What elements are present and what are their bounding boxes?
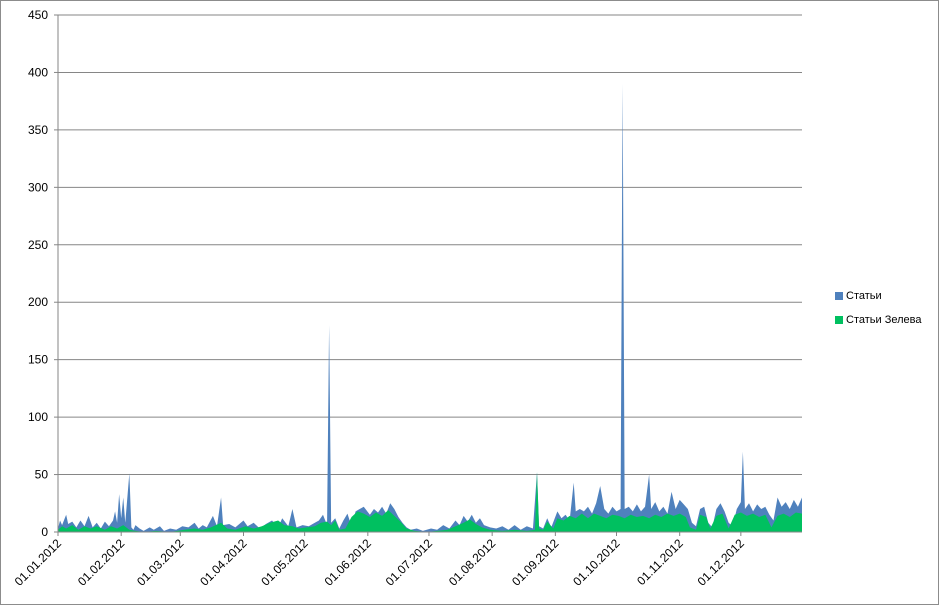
legend-item-statyi: Статьи [835,284,921,308]
x-tick-label: 01.10.2012 [570,536,623,589]
x-tick-label: 01.12.2012 [695,536,748,589]
y-tick-label: 250 [28,238,48,252]
x-tick-label: 01.05.2012 [258,536,311,589]
x-tick-label: 01.06.2012 [322,536,375,589]
x-tick-label: 01.03.2012 [134,536,187,589]
y-tick-label: 450 [28,8,48,22]
x-axis-ticks: 01.01.2012 01.02.2012 01.03.2012 01.04.2012… [12,536,747,589]
x-tick-label: 01.11.2012 [634,536,686,588]
chart-frame: 0 50 100 150 200 250 300 350 400 450 01.01.2012 01… [0,0,939,605]
legend-label-statyi: Статьи [846,290,882,302]
y-axis-ticks: 0 50 100 150 200 250 300 350 400 450 [28,8,48,539]
legend-swatch-statyi [835,292,843,300]
y-tick-label: 400 [28,65,48,79]
legend: Статьи Статьи Зелева [835,284,921,332]
series-area-statyi [58,83,802,533]
y-tick-label: 100 [28,410,48,424]
x-tick-label: 01.01.2012 [12,536,65,589]
legend-label-statyi-zeleva: Статьи Зелева [846,314,922,326]
y-tick-label: 200 [28,295,48,309]
y-tick-label: 50 [35,468,49,482]
legend-swatch-statyi-zeleva [835,316,843,324]
area-chart: 050100150200250300350400450 01.01.2012 01… [12,8,802,589]
x-tick-label: 01.09.2012 [509,536,562,589]
axes [54,14,802,536]
x-tick-label: 01.02.2012 [75,536,128,589]
x-tick-label: 01.07.2012 [383,536,436,589]
x-tick-label: 01.08.2012 [446,536,499,589]
x-tick-label: 01.04.2012 [197,536,250,589]
y-tick-label: 150 [28,353,48,367]
y-tick-label: 0 [41,525,48,539]
series-areas [58,83,802,533]
legend-item-statyi-zeleva: Статьи Зелева [835,308,921,332]
y-tick-label: 350 [28,123,48,137]
gridlines [58,14,802,476]
y-tick-label: 300 [28,180,48,194]
